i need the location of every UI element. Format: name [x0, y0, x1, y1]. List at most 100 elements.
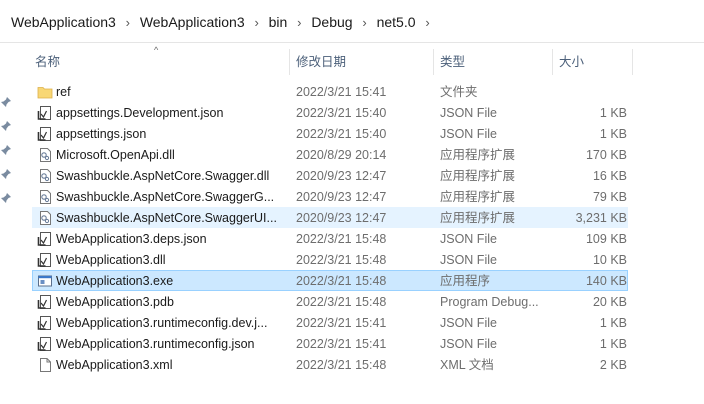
- file-size: 140 KB: [585, 274, 627, 288]
- file-name: Swashbuckle.AspNetCore.SwaggerG...: [56, 190, 275, 204]
- file-modified-date: 2020/9/23 12:47: [296, 169, 387, 183]
- chevron-right-icon[interactable]: ›: [353, 15, 377, 30]
- file-row[interactable]: Swashbuckle.AspNetCore.SwaggerUI... 2020/…: [32, 207, 628, 228]
- file-name: Microsoft.OpenApi.dll: [56, 148, 175, 162]
- pin-icon[interactable]: [0, 96, 12, 108]
- file-modified-date: 2022/3/21 15:41: [296, 337, 387, 351]
- file-name: appsettings.json: [56, 127, 147, 141]
- file-type: 文件夹: [440, 85, 478, 99]
- file-name: Swashbuckle.AspNetCore.SwaggerUI...: [56, 211, 277, 225]
- pin-icon[interactable]: [0, 192, 12, 204]
- breadcrumb-item[interactable]: net5.0: [377, 14, 416, 30]
- breadcrumb-item[interactable]: Debug: [311, 14, 352, 30]
- file-type: Program Debug...: [440, 295, 539, 309]
- json-file-icon: [37, 336, 53, 352]
- breadcrumb-item[interactable]: WebApplication3: [140, 14, 245, 30]
- file-size: 170 KB: [585, 148, 627, 162]
- file-modified-date: 2022/3/21 15:48: [296, 232, 387, 246]
- file-modified-date: 2020/8/29 20:14: [296, 148, 387, 162]
- file-name: WebApplication3.xml: [56, 358, 173, 372]
- pin-icon[interactable]: [0, 120, 12, 132]
- json-file-icon: [37, 105, 53, 121]
- file-type: 应用程序扩展: [440, 190, 516, 204]
- file-row[interactable]: WebApplication3.runtimeconfig.json 2022/3…: [32, 333, 628, 354]
- file-size: 79 KB: [592, 190, 627, 204]
- file-type: JSON File: [440, 253, 497, 267]
- json-file-icon: [37, 231, 53, 247]
- dll-file-icon: [37, 168, 53, 184]
- file-name: WebApplication3.dll: [56, 253, 166, 267]
- file-row[interactable]: Swashbuckle.AspNetCore.SwaggerG... 2020/9…: [32, 186, 628, 207]
- file-name: Swashbuckle.AspNetCore.Swagger.dll: [56, 169, 270, 183]
- file-modified-date: 2022/3/21 15:40: [296, 127, 387, 141]
- chevron-right-icon[interactable]: ›: [287, 15, 311, 30]
- file-modified-date: 2020/9/23 12:47: [296, 190, 387, 204]
- dll-file-icon: [37, 210, 53, 226]
- json-file-icon: [37, 294, 53, 310]
- file-row[interactable]: Microsoft.OpenApi.dll 2020/8/29 20:14 应用程序…: [32, 144, 628, 165]
- file-row[interactable]: WebApplication3.deps.json 2022/3/21 15:48…: [32, 228, 628, 249]
- column-header-name[interactable]: 名称: [29, 49, 290, 75]
- file-modified-date: 2022/3/21 15:48: [296, 253, 387, 267]
- file-row[interactable]: WebApplication3.exe 2022/3/21 15:48 应用程序 14…: [32, 270, 628, 291]
- file-name: WebApplication3.pdb: [56, 295, 174, 309]
- dll-file-icon: [37, 189, 53, 205]
- address-bar[interactable]: WebApplication3 › WebApplication3 › bin …: [0, 0, 704, 43]
- file-type: JSON File: [440, 127, 497, 141]
- folder-icon: [37, 84, 53, 100]
- file-size: 1 KB: [599, 127, 627, 141]
- file-size: [553, 82, 627, 101]
- file-modified-date: 2020/9/23 12:47: [296, 211, 387, 225]
- file-row[interactable]: WebApplication3.runtimeconfig.dev.j... 20…: [32, 312, 628, 333]
- breadcrumb: WebApplication3 › WebApplication3 › bin …: [11, 13, 440, 31]
- file-type: JSON File: [440, 316, 497, 330]
- chevron-right-icon[interactable]: ›: [116, 15, 140, 30]
- column-header-size[interactable]: 大小: [553, 49, 633, 75]
- file-row[interactable]: WebApplication3.dll 2022/3/21 15:48 JSON F…: [32, 249, 628, 270]
- generic-file-icon: [37, 357, 53, 373]
- pin-icon[interactable]: [0, 168, 12, 180]
- chevron-right-icon[interactable]: ›: [245, 15, 269, 30]
- column-header-row: ^ 名称 修改日期 类型 大小: [0, 45, 704, 75]
- column-header-type[interactable]: 类型: [434, 49, 553, 75]
- file-name: WebApplication3.exe: [56, 274, 174, 288]
- pin-icon[interactable]: [0, 144, 12, 156]
- file-row[interactable]: appsettings.Development.json 2022/3/21 15…: [32, 102, 628, 123]
- file-modified-date: 2022/3/21 15:48: [296, 274, 387, 288]
- json-file-icon: [37, 126, 53, 142]
- exe-file-icon: [37, 273, 53, 289]
- file-type: 应用程序: [440, 274, 491, 288]
- chevron-right-icon[interactable]: ›: [416, 15, 440, 30]
- file-type: JSON File: [440, 337, 497, 351]
- breadcrumb-item[interactable]: bin: [269, 14, 288, 30]
- column-header-date[interactable]: 修改日期: [290, 49, 434, 75]
- file-size: 16 KB: [592, 169, 627, 183]
- file-size: 20 KB: [592, 295, 627, 309]
- file-row[interactable]: appsettings.json 2022/3/21 15:40 JSON File…: [32, 123, 628, 144]
- file-name: WebApplication3.deps.json: [56, 232, 207, 246]
- file-type: JSON File: [440, 106, 497, 120]
- file-type: XML 文档: [440, 358, 494, 372]
- file-modified-date: 2022/3/21 15:48: [296, 358, 387, 372]
- file-size: 1 KB: [599, 316, 627, 330]
- file-modified-date: 2022/3/21 15:40: [296, 106, 387, 120]
- file-modified-date: 2022/3/21 15:48: [296, 295, 387, 309]
- file-name: ref: [56, 85, 71, 99]
- file-row[interactable]: WebApplication3.pdb 2022/3/21 15:48 Progra…: [32, 291, 628, 312]
- file-size: 3,231 KB: [575, 211, 627, 225]
- file-name: WebApplication3.runtimeconfig.dev.j...: [56, 316, 268, 330]
- file-size: 109 KB: [585, 232, 627, 246]
- breadcrumb-item[interactable]: WebApplication3: [11, 14, 116, 30]
- file-size: 1 KB: [599, 106, 627, 120]
- file-size: 2 KB: [599, 358, 627, 372]
- file-row[interactable]: ref 2022/3/21 15:41 文件夹: [32, 81, 628, 102]
- file-row[interactable]: WebApplication3.xml 2022/3/21 15:48 XML 文档…: [32, 354, 628, 375]
- file-type: 应用程序扩展: [440, 211, 516, 225]
- file-type: 应用程序扩展: [440, 148, 516, 162]
- file-size: 1 KB: [599, 337, 627, 351]
- file-type: 应用程序扩展: [440, 169, 516, 183]
- json-file-icon: [37, 315, 53, 331]
- dll-file-icon: [37, 147, 53, 163]
- file-row[interactable]: Swashbuckle.AspNetCore.Swagger.dll 2020/9…: [32, 165, 628, 186]
- file-size: 10 KB: [592, 253, 627, 267]
